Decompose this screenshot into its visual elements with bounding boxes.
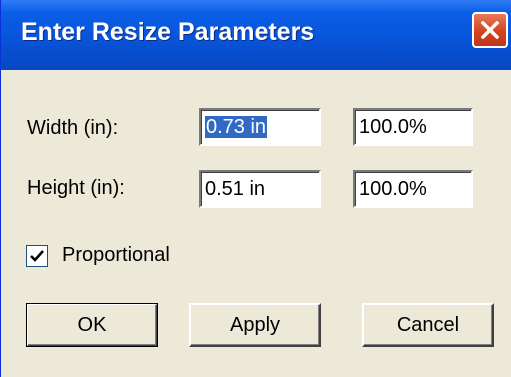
- cancel-button[interactable]: Cancel: [362, 303, 494, 347]
- width-input[interactable]: 0.73 in: [199, 108, 321, 146]
- width-percent-value: 100.0%: [359, 116, 427, 138]
- width-value: 0.73 in: [205, 116, 268, 138]
- close-icon: [481, 21, 499, 39]
- proportional-label[interactable]: Proportional: [62, 244, 170, 267]
- height-input[interactable]: 0.51 in: [199, 170, 321, 208]
- ok-button[interactable]: OK: [26, 303, 158, 347]
- close-button[interactable]: [472, 12, 508, 48]
- proportional-checkbox[interactable]: [26, 245, 48, 267]
- height-percent-value: 100.0%: [359, 178, 427, 200]
- title-bar[interactable]: Enter Resize Parameters: [1, 0, 511, 70]
- checkmark-icon: [30, 250, 44, 262]
- dialog-title: Enter Resize Parameters: [21, 18, 315, 46]
- width-label: Width (in):: [27, 117, 119, 139]
- height-value: 0.51 in: [205, 178, 266, 200]
- width-percent-input[interactable]: 100.0%: [353, 108, 473, 146]
- resize-dialog: Enter Resize Parameters Width (in): 0.73…: [0, 0, 511, 377]
- height-percent-input[interactable]: 100.0%: [353, 170, 473, 208]
- apply-button[interactable]: Apply: [189, 303, 321, 347]
- height-label: Height (in):: [27, 177, 125, 199]
